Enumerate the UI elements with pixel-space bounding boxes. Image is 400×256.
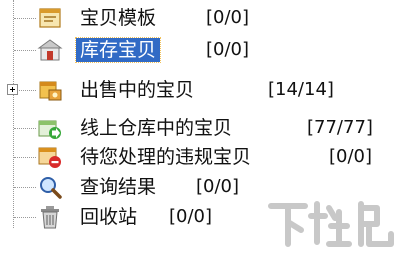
warehouse-icon xyxy=(37,37,63,63)
search-icon xyxy=(37,174,63,200)
tree-connector xyxy=(14,187,36,188)
tree-item-count: [0/0] xyxy=(206,39,250,60)
tree-item-label: 线上仓库中的宝贝 xyxy=(80,117,233,139)
tree-connector xyxy=(14,128,36,129)
online-warehouse-icon xyxy=(37,115,63,141)
expand-toggle[interactable] xyxy=(7,84,18,95)
tree-item-count: [0/0] xyxy=(329,146,373,167)
tree-connector xyxy=(14,18,36,19)
tree-item-label: 查询结果 xyxy=(80,176,157,198)
tree-item-count: [0/0] xyxy=(206,7,250,28)
tree-item-on-sale[interactable]: 出售中的宝贝 [14/14] xyxy=(0,74,380,106)
tree-item-count: [0/0] xyxy=(196,176,240,197)
tree-connector xyxy=(14,157,36,158)
tree-item-template[interactable]: 宝贝模板 [0/0] xyxy=(0,2,380,34)
violation-icon xyxy=(37,144,63,170)
tree-item-label: 待您处理的违规宝贝 xyxy=(80,146,252,168)
tree-item-label: 宝贝模板 xyxy=(80,7,157,29)
tree-item-count: [0/0] xyxy=(169,206,213,227)
template-icon xyxy=(37,5,63,31)
tree-item-count: [14/14] xyxy=(268,79,334,100)
tree-connector xyxy=(14,217,36,218)
tree-item-label: 回收站 xyxy=(80,206,138,228)
tree-item-violation[interactable]: 待您处理的违规宝贝 [0/0] xyxy=(0,141,380,173)
tree-item-count: [77/77] xyxy=(307,117,373,138)
tree-item-online-warehouse[interactable]: 线上仓库中的宝贝 [77/77] xyxy=(0,112,380,144)
tree-item-label: 库存宝贝 xyxy=(74,37,162,63)
tree-item-label: 出售中的宝贝 xyxy=(80,79,195,101)
tree-connector xyxy=(14,50,36,51)
watermark-logo xyxy=(265,194,400,252)
tree-item-warehouse[interactable]: 库存宝贝 [0/0] xyxy=(0,34,380,66)
on-sale-icon xyxy=(37,77,63,103)
recycle-bin-icon xyxy=(37,204,63,230)
